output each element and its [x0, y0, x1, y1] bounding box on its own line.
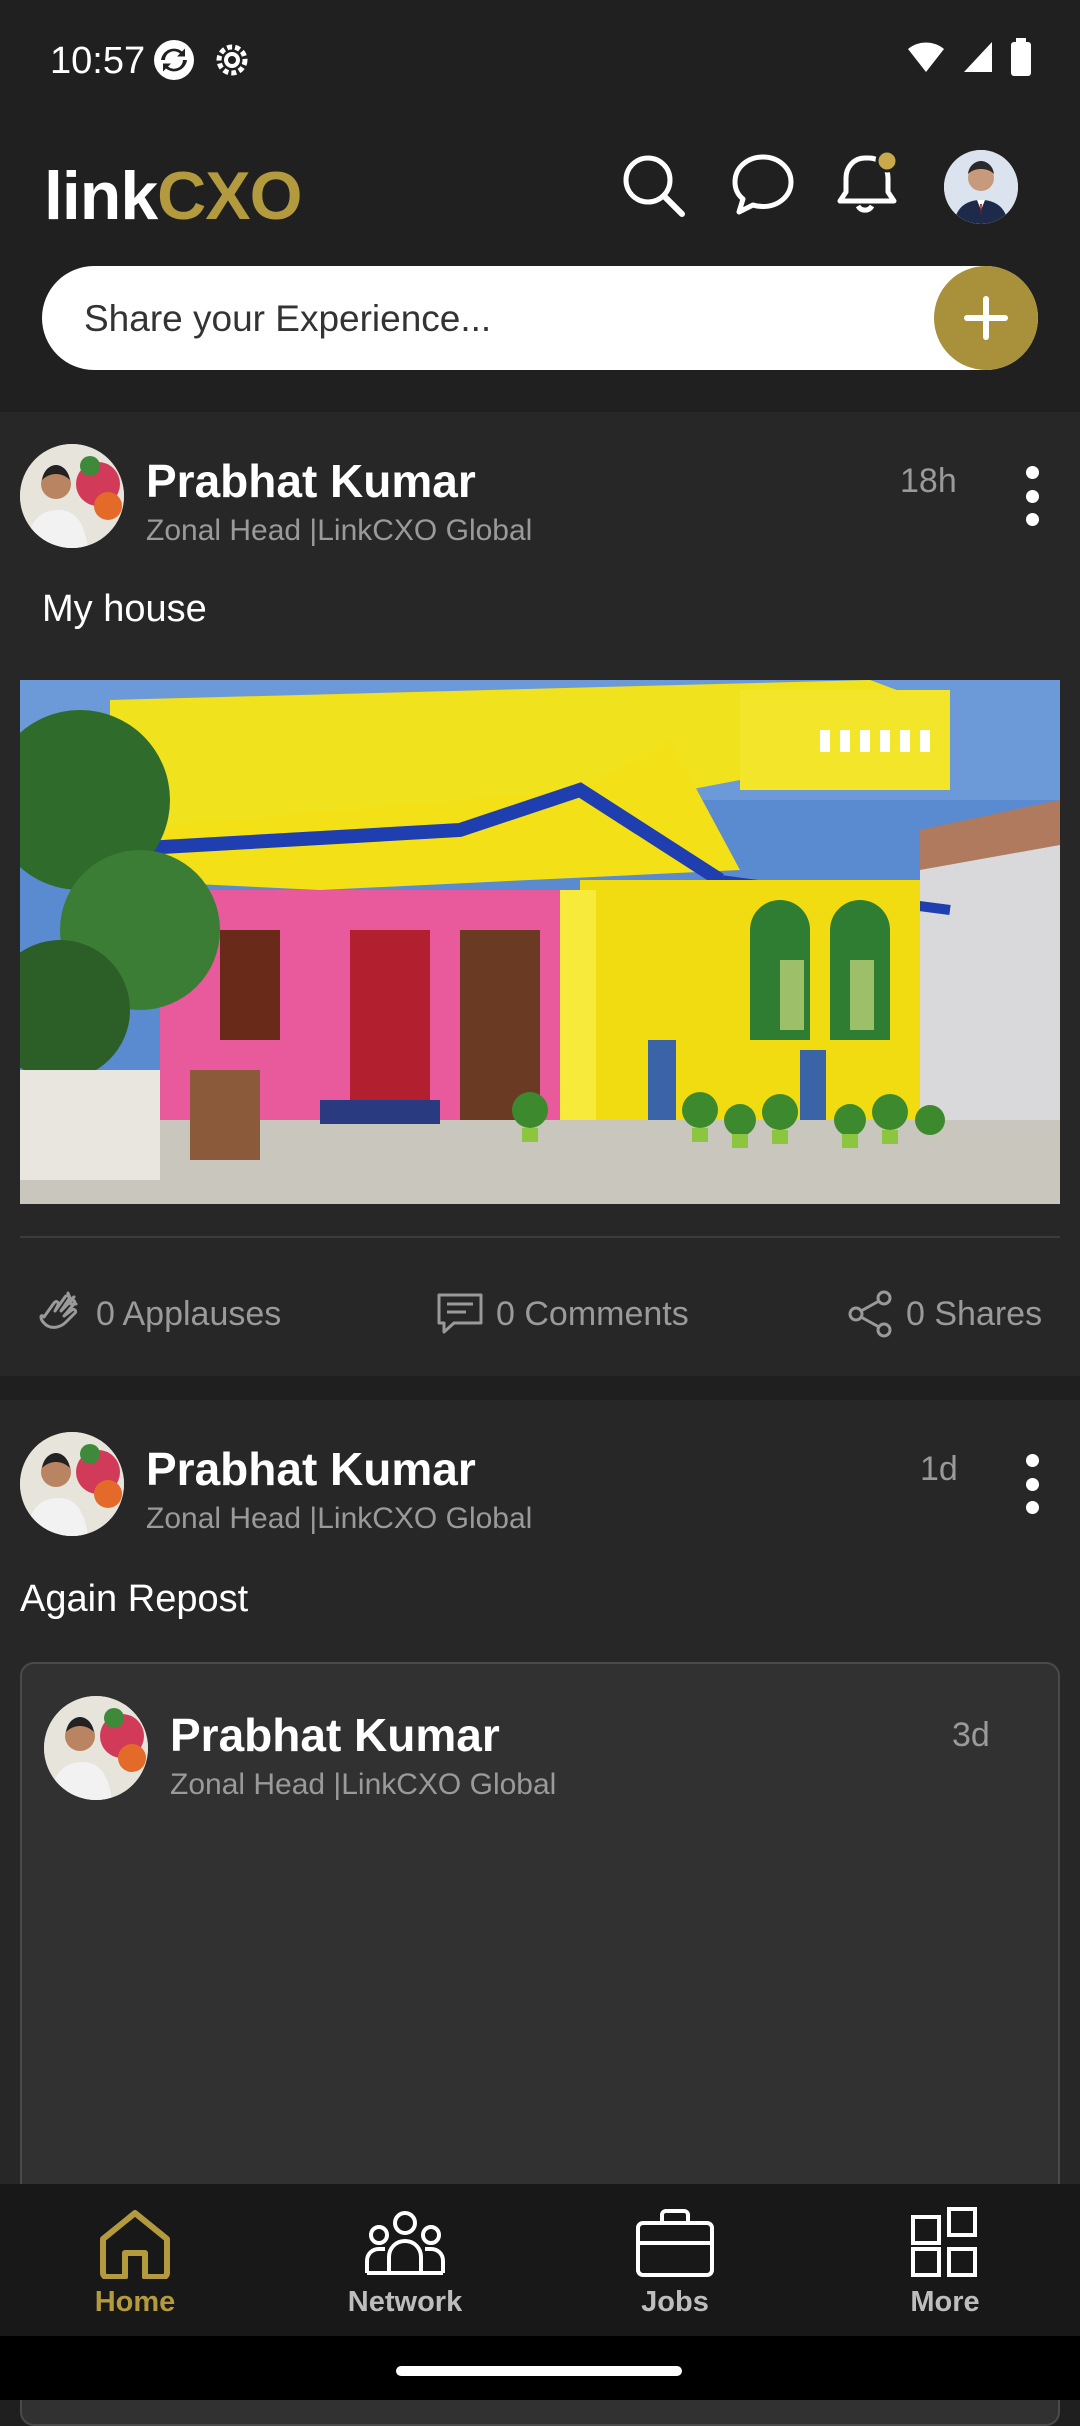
post-text: Again Repost [20, 1578, 249, 1620]
applause-count: 0 Applauses [96, 1294, 282, 1333]
bottom-navigation: Home Network Jobs More [0, 2184, 1080, 2336]
post-timestamp: 18h [900, 462, 957, 500]
plus-icon [964, 296, 1008, 340]
nav-network-label: Network [347, 2286, 463, 2318]
nav-home[interactable]: Home [0, 2184, 270, 2336]
nav-jobs-label: Jobs [641, 2286, 709, 2318]
share-input-placeholder[interactable]: Share your Experience... [84, 298, 491, 340]
status-system-icons [906, 38, 1032, 81]
search-icon[interactable] [618, 150, 688, 220]
nav-more[interactable]: More [810, 2184, 1080, 2336]
author-avatar[interactable] [20, 444, 124, 548]
profile-avatar[interactable] [944, 150, 1018, 224]
nav-network[interactable]: Network [270, 2184, 540, 2336]
share-experience-bar[interactable]: Share your Experience... [42, 266, 1038, 370]
home-icon [97, 2202, 173, 2284]
sync-icon [152, 38, 196, 87]
post-menu-button[interactable] [1014, 1454, 1050, 1514]
nav-more-label: More [910, 2286, 980, 2318]
author-avatar[interactable] [20, 1432, 124, 1536]
wifi-icon [906, 40, 946, 79]
app-header: link CXO Share your Experience... [0, 128, 1080, 410]
logo-text-link: link [44, 158, 158, 234]
repost-timestamp: 3d [952, 1716, 990, 1754]
comment-button[interactable]: 0 Comments [436, 1284, 689, 1344]
settings-gear-icon [210, 38, 254, 87]
comment-icon [437, 1293, 483, 1334]
nav-home-label: Home [94, 2286, 176, 2318]
status-time: 10:57 [50, 40, 146, 82]
chat-icon[interactable] [728, 150, 798, 220]
network-icon [363, 2202, 447, 2284]
repost-author-avatar[interactable] [44, 1696, 148, 1800]
status-notification-icons [152, 38, 254, 87]
notification-bell-icon[interactable] [832, 150, 902, 220]
logo-text-cxo: CXO [157, 158, 302, 234]
repost-author-role: Zonal Head |LinkCXO Global [170, 1768, 557, 1801]
post-menu-button[interactable] [1014, 466, 1050, 526]
post-timestamp: 1d [920, 1450, 958, 1488]
applause-icon [39, 1291, 78, 1329]
nav-jobs[interactable]: Jobs [540, 2184, 810, 2336]
repost-author-name[interactable]: Prabhat Kumar [170, 1708, 500, 1762]
linkcxo-logo: link CXO [44, 156, 303, 236]
post-author-role: Zonal Head |LinkCXO Global [146, 514, 533, 547]
share-icon [848, 1290, 892, 1338]
grid-icon [909, 2202, 981, 2284]
comment-count: 0 Comments [496, 1294, 689, 1333]
applause-button[interactable]: 0 Applauses [34, 1284, 281, 1344]
status-bar: 10:57 [0, 0, 1080, 128]
add-post-button[interactable] [934, 266, 1038, 370]
share-button[interactable]: 0 Shares [846, 1284, 1042, 1344]
post-text: My house [42, 588, 207, 630]
post-divider [20, 1236, 1060, 1238]
post-author-name[interactable]: Prabhat Kumar [146, 454, 476, 508]
signal-icon [962, 40, 994, 79]
post-author-role: Zonal Head |LinkCXO Global [146, 1502, 533, 1535]
share-count: 0 Shares [906, 1294, 1043, 1333]
home-gesture-bar[interactable] [396, 2366, 682, 2376]
feed-post: Prabhat Kumar Zonal Head |LinkCXO Global… [0, 412, 1080, 1376]
briefcase-icon [634, 2202, 716, 2284]
battery-icon [1010, 38, 1032, 81]
post-image-house[interactable] [20, 680, 1060, 1204]
post-author-name[interactable]: Prabhat Kumar [146, 1442, 476, 1496]
